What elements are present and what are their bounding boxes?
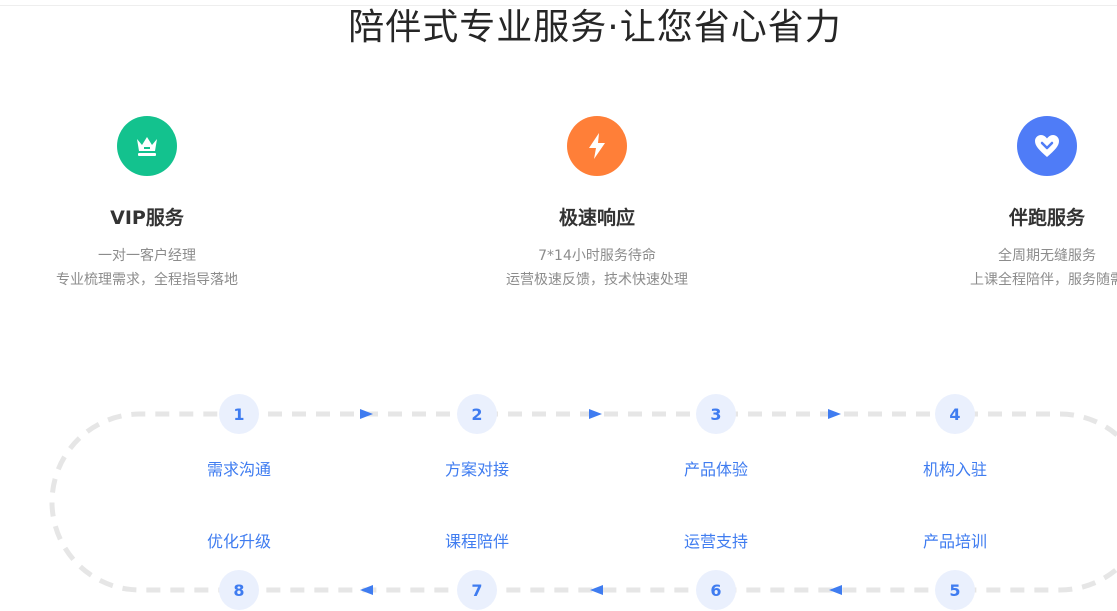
step-label: 方案对接	[444, 460, 509, 479]
step-number: 4	[935, 394, 975, 434]
arrow-right-icon	[360, 409, 373, 419]
arrow-right-icon	[589, 409, 602, 419]
step-label: 课程陪伴	[444, 532, 509, 551]
process-track	[49, 409, 1117, 595]
arrow-left-icon	[360, 585, 373, 595]
arrow-left-icon	[590, 585, 603, 595]
step-number: 1	[219, 394, 259, 434]
arrow-left-icon	[829, 585, 842, 595]
step-label: 需求沟通	[206, 460, 271, 479]
arrow-right-icon	[828, 409, 841, 419]
step-number: 8	[219, 570, 259, 610]
step-label: 优化升级	[206, 532, 271, 551]
step-number: 2	[457, 394, 497, 434]
step-label: 产品培训	[922, 532, 987, 551]
step-number: 3	[696, 394, 736, 434]
step-number: 6	[696, 570, 736, 610]
step-label: 机构入驻	[922, 460, 987, 479]
step-label: 运营支持	[683, 532, 748, 551]
step-number: 7	[457, 570, 497, 610]
step-label: 产品体验	[683, 460, 748, 479]
step-number: 5	[935, 570, 975, 610]
